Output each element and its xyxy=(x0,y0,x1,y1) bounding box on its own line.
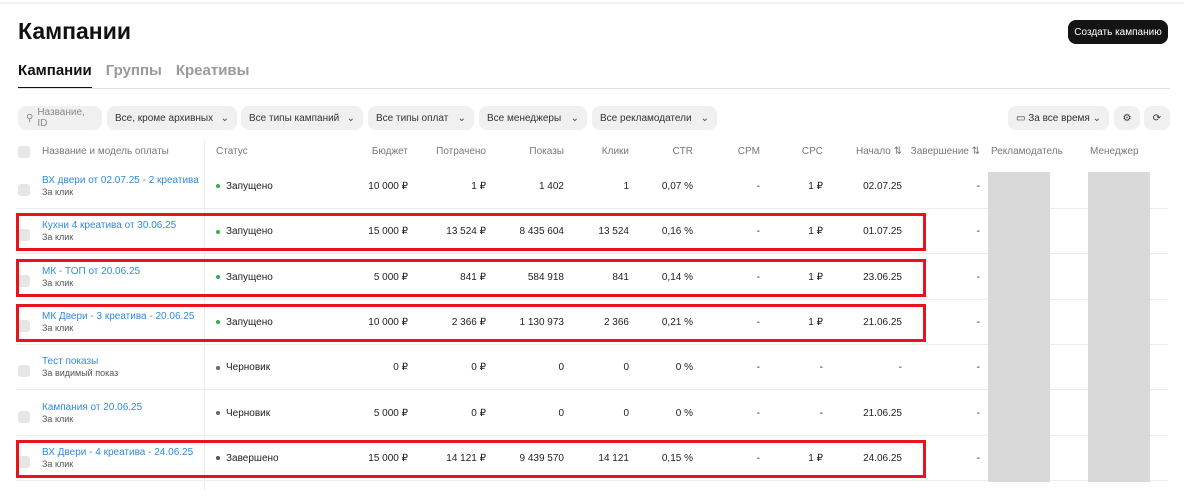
column-header-ctr: CTR xyxy=(672,146,693,157)
cell-cpm: - xyxy=(756,362,760,374)
cell-start: - xyxy=(898,362,902,374)
cell-budget: 10 000 ₽ xyxy=(368,181,408,192)
highlight-box xyxy=(16,258,926,297)
campaign-type-filter-label: Все типы кампаний xyxy=(249,112,340,124)
status-dot-icon xyxy=(216,365,220,370)
cell-ctr: 0,07 % xyxy=(661,181,693,192)
cell-shows: 1 402 xyxy=(538,181,564,192)
campaign-name-link[interactable]: ВХ двери от 02.07.25 - 2 креатива xyxy=(42,175,199,186)
column-header-end[interactable]: Завершение ⇅ xyxy=(910,146,980,157)
cell-end: - xyxy=(976,181,980,192)
cell-end: - xyxy=(976,362,980,374)
chevron-down-icon: ⌄ xyxy=(346,112,355,124)
settings-button[interactable]: ⚙ xyxy=(1114,106,1140,130)
create-campaign-button[interactable]: Создать кампанию xyxy=(1068,20,1168,44)
cell-end: - xyxy=(976,407,980,419)
status-dot-icon xyxy=(216,184,220,189)
cell-cpm: - xyxy=(756,181,760,192)
column-header-start[interactable]: Начало ⇅ xyxy=(840,146,902,157)
column-header-cpm: CPM xyxy=(737,146,760,157)
column-header-clicks: Клики xyxy=(601,146,629,157)
row-checkbox[interactable] xyxy=(18,184,30,196)
status-badge: Черновик xyxy=(216,408,270,419)
campaign-name-link[interactable]: Тест показы xyxy=(42,356,98,367)
cell-cpc: - xyxy=(819,407,823,419)
cell-clicks: 0 xyxy=(623,362,629,374)
search-input[interactable]: ⚲ Название, ID xyxy=(18,106,102,130)
cell-clicks: 0 xyxy=(623,407,629,419)
payment-model: За клик xyxy=(42,413,74,424)
advertiser-placeholder xyxy=(988,172,1050,482)
payment-model: За видимый показ xyxy=(42,368,119,379)
highlight-box xyxy=(16,303,926,342)
advertiser-filter-label: Все рекламодатели xyxy=(600,112,692,124)
page-title: Кампании xyxy=(18,18,131,44)
refresh-button[interactable]: ⟳ xyxy=(1144,106,1170,130)
column-header-shows: Показы xyxy=(529,146,564,157)
tab-creatives[interactable]: Креативы xyxy=(176,62,250,89)
cell-start: 02.07.25 xyxy=(863,181,902,192)
column-header-status: Статус xyxy=(216,146,248,157)
chevron-down-icon: ⌄ xyxy=(220,112,229,124)
manager-placeholder xyxy=(1088,172,1150,482)
row-checkbox[interactable] xyxy=(18,410,30,423)
manager-filter[interactable]: Все менеджеры ⌄ xyxy=(479,106,587,130)
period-filter-label: За все время xyxy=(1028,112,1090,124)
select-all-checkbox[interactable] xyxy=(18,146,30,158)
cell-cpc: 1 ₽ xyxy=(808,181,823,192)
status-text: Черновик xyxy=(226,362,271,374)
chevron-down-icon: ⌄ xyxy=(570,112,579,124)
advertiser-filter[interactable]: Все рекламодатели ⌄ xyxy=(592,106,717,130)
cell-clicks: 1 xyxy=(623,181,629,192)
cell-ctr: 0 % xyxy=(675,407,693,419)
campaign-name-link[interactable]: Кампания от 20.06.25 xyxy=(42,402,142,413)
top-divider xyxy=(0,2,1184,4)
status-text: Запущено xyxy=(226,181,273,192)
tab-groups[interactable]: Группы xyxy=(106,62,162,89)
cell-spent: 0 ₽ xyxy=(471,407,486,419)
payment-model: За клик xyxy=(42,187,74,197)
manager-filter-label: Все менеджеры xyxy=(487,112,562,124)
chevron-down-icon: ⌄ xyxy=(457,112,466,124)
payment-type-filter-label: Все типы оплат xyxy=(376,112,449,124)
highlight-box xyxy=(16,213,926,252)
cell-budget: 0 ₽ xyxy=(393,362,408,374)
search-icon: ⚲ xyxy=(26,112,34,124)
chevron-down-icon: ⌄ xyxy=(700,112,709,124)
column-header-cpc: CPC xyxy=(801,146,823,157)
cell-cpc: - xyxy=(819,362,823,374)
status-badge: Запущено xyxy=(216,181,273,192)
status-filter[interactable]: Все, кроме архивных ⌄ xyxy=(107,106,237,130)
cell-start: 21.06.25 xyxy=(863,407,902,419)
cell-spent: 0 ₽ xyxy=(471,362,486,374)
column-header-advertiser: Рекламодатель xyxy=(991,146,1063,157)
cell-ctr: 0 % xyxy=(675,362,693,374)
status-dot-icon xyxy=(216,410,220,415)
cell-shows: 0 xyxy=(558,362,564,374)
gear-icon: ⚙ xyxy=(1122,112,1132,124)
column-header-manager: Менеджер xyxy=(1090,146,1139,157)
row-checkbox[interactable] xyxy=(18,365,30,378)
search-placeholder: Название, ID xyxy=(37,107,85,129)
status-filter-label: Все, кроме архивных xyxy=(115,112,214,124)
payment-type-filter[interactable]: Все типы оплат ⌄ xyxy=(368,106,474,130)
status-text: Черновик xyxy=(226,407,271,419)
column-header-spent: Потрачено xyxy=(436,146,486,157)
calendar-icon: ▭ xyxy=(1016,112,1026,124)
highlight-box xyxy=(16,439,926,478)
cell-shows: 0 xyxy=(558,407,564,419)
status-badge: Черновик xyxy=(216,362,270,373)
refresh-icon: ⟳ xyxy=(1152,112,1162,124)
chevron-down-icon: ⌄ xyxy=(1092,112,1101,124)
column-header-name: Название и модель оплаты xyxy=(42,146,169,157)
cell-budget: 5 000 ₽ xyxy=(373,407,408,419)
column-header-budget: Бюджет xyxy=(371,146,408,157)
cell-spent: 1 ₽ xyxy=(471,181,486,192)
tab-campaigns[interactable]: Кампании xyxy=(18,62,92,89)
tabs: Кампании Группы Креативы xyxy=(18,62,249,89)
campaign-type-filter[interactable]: Все типы кампаний ⌄ xyxy=(241,106,363,130)
period-filter[interactable]: ▭ За все время ⌄ xyxy=(1008,106,1109,130)
tabs-divider xyxy=(18,88,1170,89)
cell-cpm: - xyxy=(756,407,760,419)
